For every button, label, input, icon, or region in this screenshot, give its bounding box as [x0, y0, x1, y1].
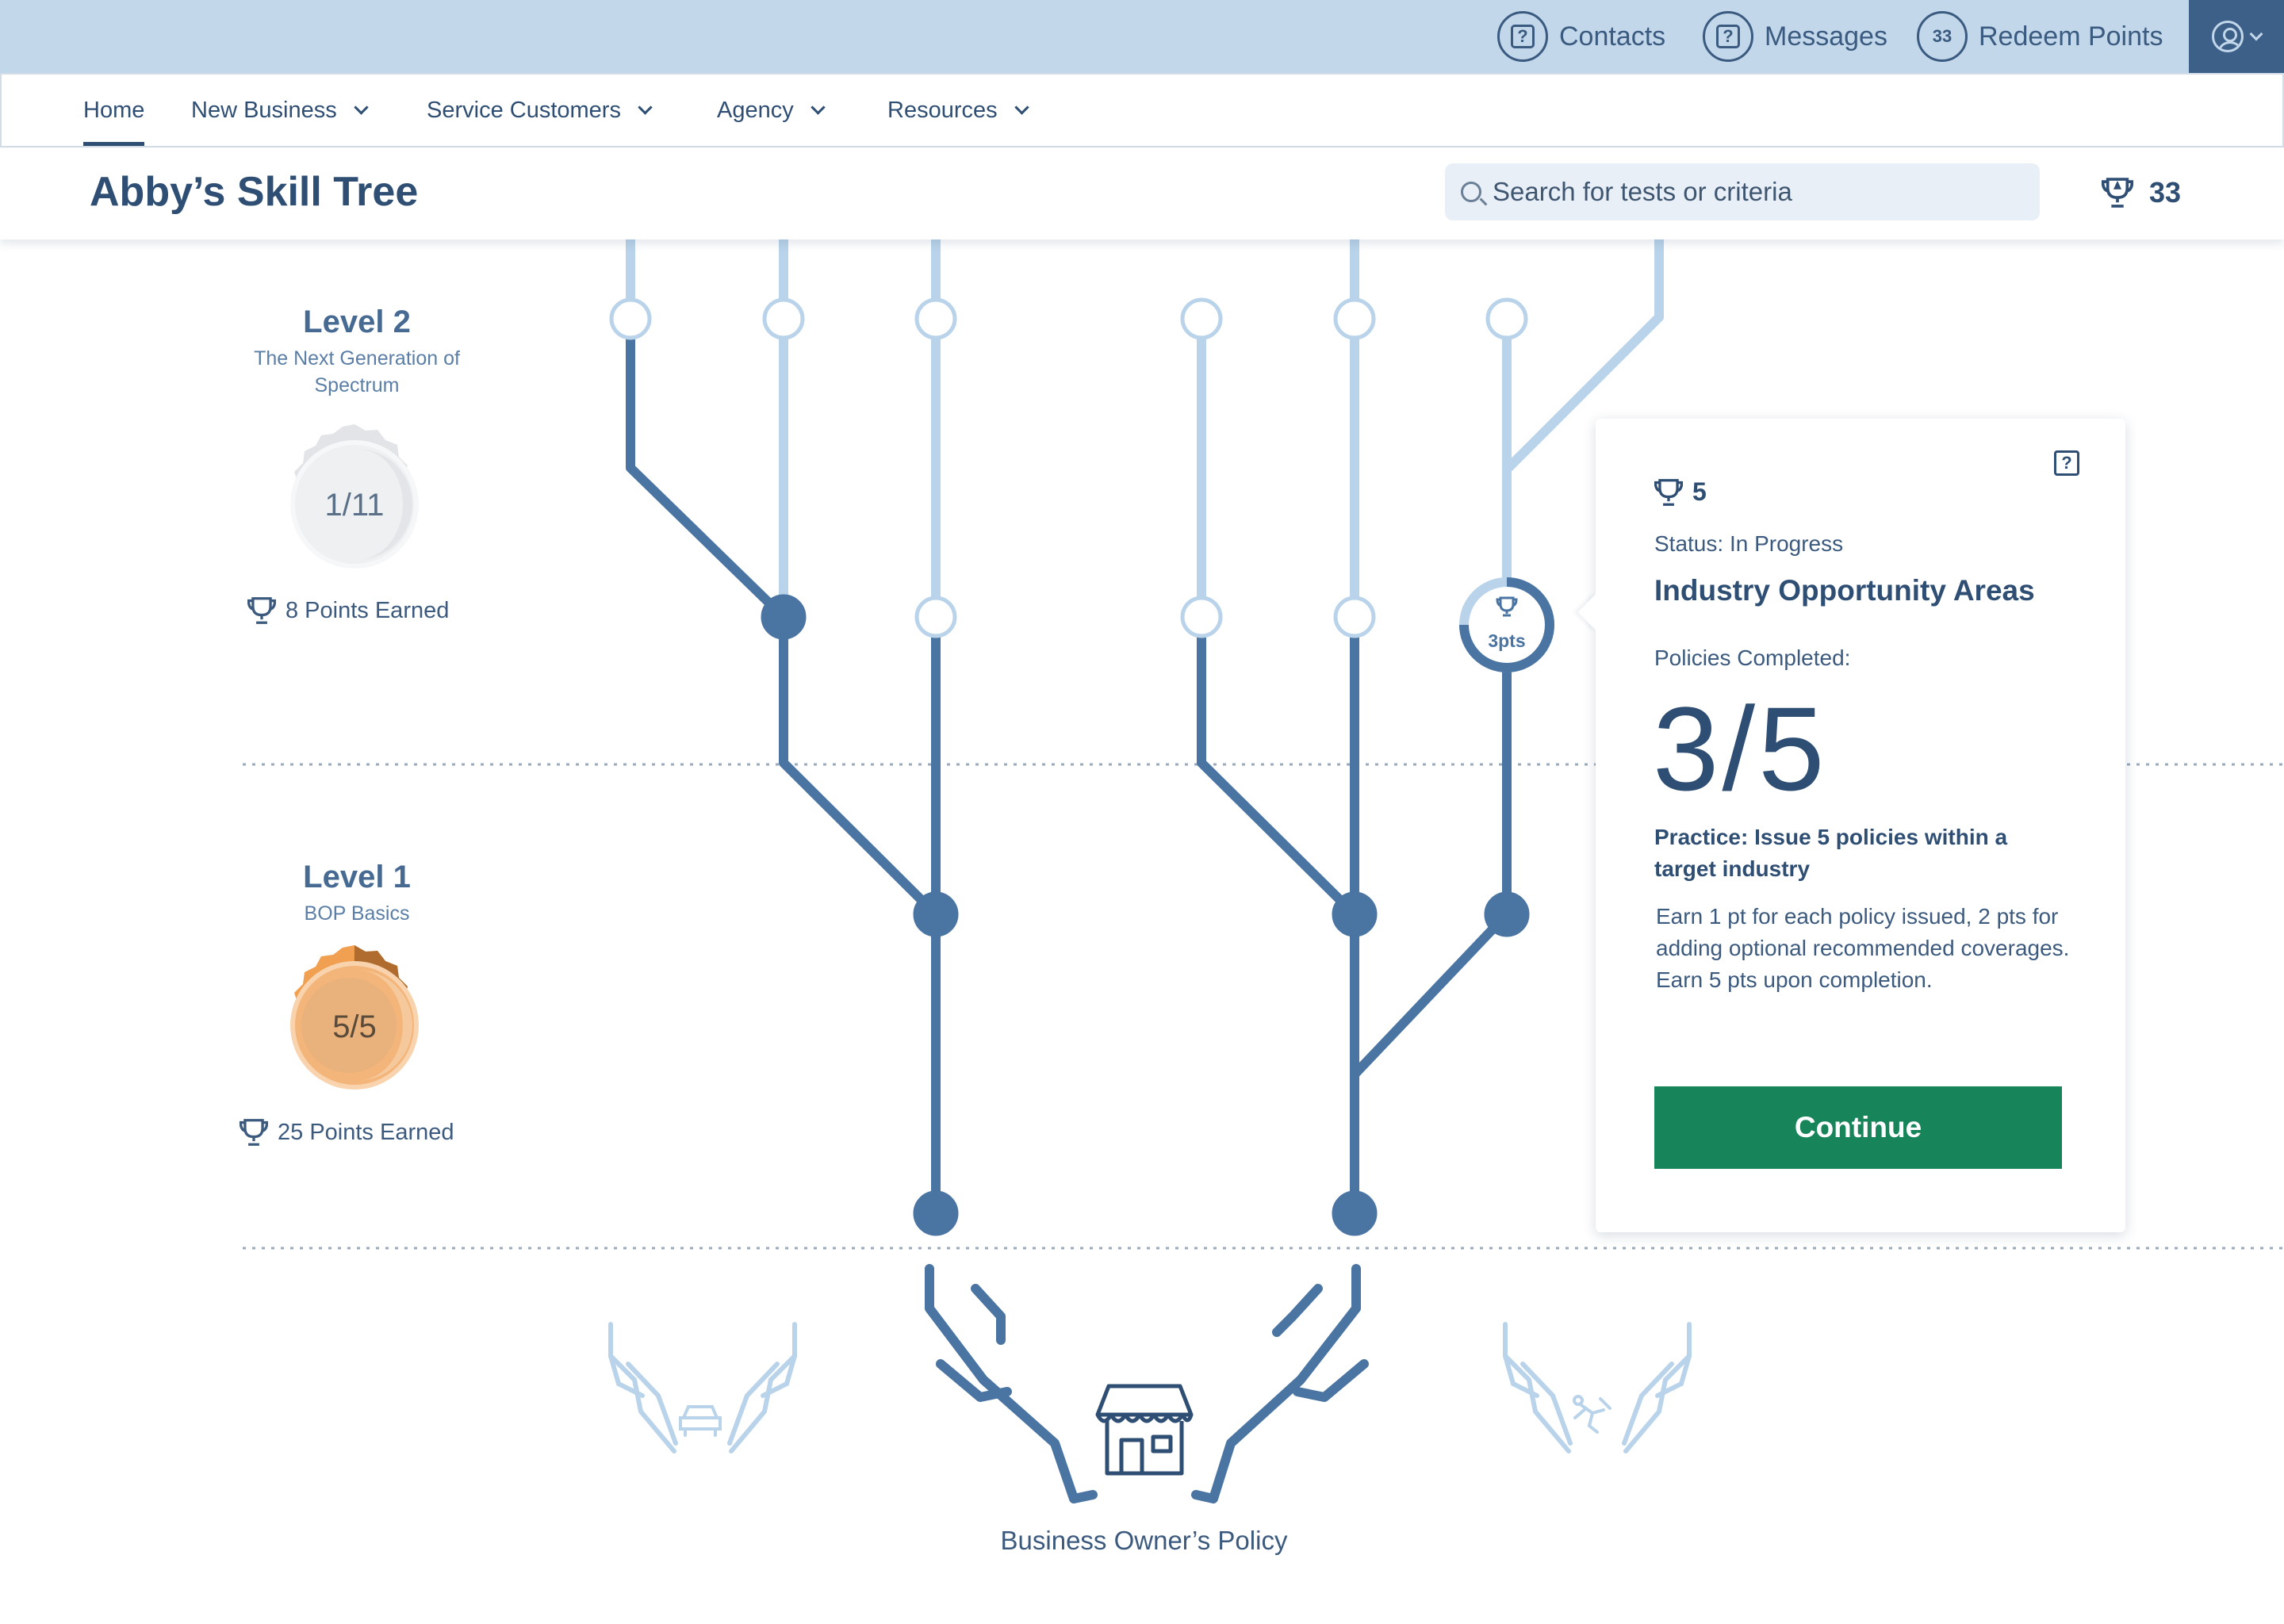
messages-link[interactable]: ? Messages: [1703, 11, 1887, 62]
level2-progress: 1/11: [325, 488, 385, 523]
tree-node-complete: [913, 891, 959, 937]
tree-node-complete: [913, 1190, 959, 1236]
level2-badge: 1/11: [290, 424, 419, 569]
tree-node-locked: [609, 297, 652, 340]
tree-node-complete: [761, 594, 807, 640]
level-2-points-earned: 8 Points Earned: [247, 596, 449, 625]
root-bop: [925, 1264, 1369, 1503]
trophy-icon: [247, 597, 276, 624]
root-label: Business Owner’s Policy: [1000, 1526, 1288, 1555]
level1-badge: 5/5: [290, 945, 419, 1090]
nav-new-business[interactable]: New Business: [191, 75, 369, 146]
skill-detail-popover: ? 5 Status: In Progress Industry Opportu…: [1596, 419, 2125, 1232]
locked-branches: [626, 233, 1664, 622]
page-header: Abby’s Skill Tree 33: [0, 147, 2284, 239]
trophy-icon: [1654, 478, 1683, 506]
policies-completed-label: Policies Completed:: [1654, 645, 1851, 670]
nav-service-customers-label: Service Customers: [427, 97, 621, 123]
tree-node-active[interactable]: 3pts: [1459, 577, 1554, 672]
tree-node-complete: [1332, 1190, 1378, 1236]
level-subtitle: BOP Basics: [304, 902, 410, 925]
search-box[interactable]: [1445, 163, 2040, 220]
redeem-points-label: Redeem Points: [1979, 21, 2163, 52]
main-nav: Home New Business Service Customers Agen…: [0, 73, 2284, 147]
nav-agency-label: Agency: [717, 97, 794, 123]
tree-node-locked: [1485, 297, 1528, 340]
level-1-points-earned: 25 Points Earned: [240, 1118, 454, 1147]
nav-home[interactable]: Home: [83, 75, 145, 146]
level-subtitle: The Next Generation of Spectrum: [254, 347, 460, 396]
level-title: Level 1: [303, 860, 411, 894]
level-title: Level 2: [303, 304, 411, 339]
continue-button[interactable]: Continue: [1654, 1086, 2062, 1169]
redeem-points-link[interactable]: 33 Redeem Points: [1917, 11, 2163, 62]
storefront-icon: [1095, 1384, 1194, 1476]
active-node-points: 3pts: [1488, 630, 1525, 651]
nav-resources-label: Resources: [887, 97, 998, 123]
skill-description: Earn 1 pt for each policy issued, 2 pts …: [1656, 904, 2070, 992]
tree-node-locked: [1180, 297, 1223, 340]
nav-service-customers[interactable]: Service Customers: [427, 75, 653, 146]
tree-node-complete: [1332, 891, 1378, 937]
chevron-down-icon: [1014, 99, 1029, 115]
tree-node-complete: [1484, 891, 1530, 937]
tree-node-locked: [762, 297, 805, 340]
trophy-icon: [2102, 178, 2133, 208]
contacts-label: Contacts: [1559, 21, 1666, 52]
tree-node-locked: [914, 596, 957, 638]
page-title: Abby’s Skill Tree: [90, 169, 419, 215]
nav-new-business-label: New Business: [191, 97, 337, 123]
root-accident: [1503, 1322, 1692, 1454]
practice-text: Practice: Issue 5 policies within a targ…: [1654, 825, 2008, 881]
help-icon: ?: [1497, 11, 1548, 62]
policies-completed-value: 3/5: [1653, 682, 1828, 815]
car-icon: [679, 1405, 722, 1437]
messages-label: Messages: [1765, 21, 1887, 52]
tree-node-locked: [1180, 596, 1223, 638]
search-icon: [1461, 182, 1481, 202]
total-points: 33: [2102, 176, 2181, 209]
chevron-down-icon: [354, 99, 369, 115]
contacts-link[interactable]: ? Contacts: [1497, 11, 1665, 62]
level-2-info: Level 2 The Next Generation of Spectrum: [230, 304, 484, 399]
level1-progress: 5/5: [332, 1009, 377, 1044]
profile-menu-button[interactable]: [2189, 0, 2284, 73]
tree-node-locked: [1333, 297, 1376, 340]
chevron-down-icon: [811, 99, 826, 115]
search-input[interactable]: [1493, 177, 2032, 207]
points-count-badge: 33: [1917, 11, 1968, 62]
tree-node-locked: [914, 297, 957, 340]
help-icon[interactable]: ?: [2054, 450, 2079, 476]
nav-home-label: Home: [83, 97, 145, 123]
chevron-down-icon: [2249, 27, 2263, 41]
person-falling-icon: [1573, 1395, 1611, 1434]
chevron-down-icon: [638, 99, 653, 115]
top-utility-bar: ? Contacts ? Messages 33 Redeem Points: [0, 0, 2284, 73]
skill-points: 5: [1654, 477, 1707, 507]
tree-node-locked: [1333, 596, 1376, 638]
skill-title: Industry Opportunity Areas: [1654, 574, 2035, 607]
profile-icon: [2212, 21, 2244, 52]
nav-agency[interactable]: Agency: [717, 75, 826, 146]
nav-resources[interactable]: Resources: [887, 75, 1029, 146]
level-1-info: Level 1 BOP Basics: [230, 860, 484, 927]
trophy-icon: [240, 1119, 268, 1146]
root-auto: [608, 1322, 797, 1454]
skill-status: Status: In Progress: [1654, 531, 1844, 556]
help-icon: ?: [1703, 11, 1753, 62]
total-points-value: 33: [2149, 176, 2182, 209]
